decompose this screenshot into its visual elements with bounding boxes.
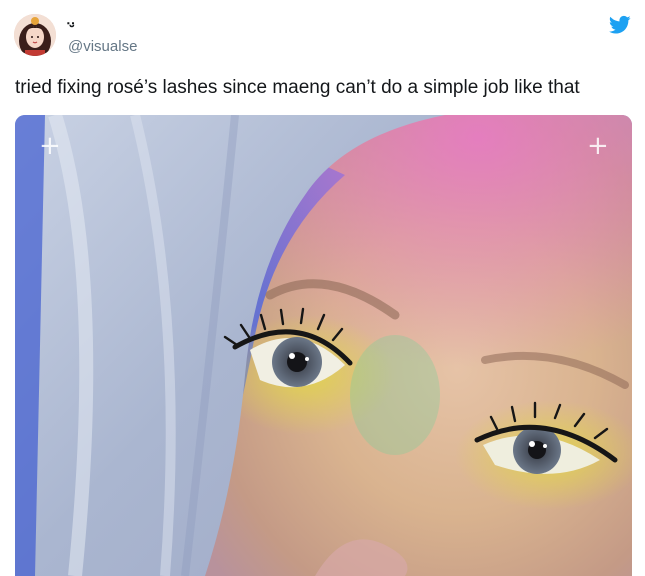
tweet-text: tried fixing rosé’s lashes since maeng c… [15,77,580,98]
plus-icon: + [39,131,61,161]
tweet-media-image[interactable]: + + [15,115,632,576]
tweet-card: ‥̮ @visualse tried fixing rosé’s lashes … [0,0,645,576]
user-handle[interactable]: @visualse [68,38,137,56]
plus-icon: + [587,131,609,161]
twitter-bird-icon[interactable] [609,15,631,35]
avatar[interactable] [14,14,56,56]
display-name[interactable]: ‥̮ [66,11,106,27]
